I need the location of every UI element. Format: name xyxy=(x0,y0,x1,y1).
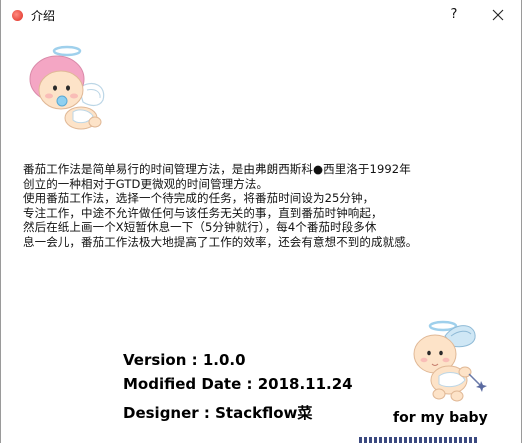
title-bar[interactable]: 介绍 ? xyxy=(1,0,521,30)
help-button[interactable]: ? xyxy=(441,2,467,28)
description-line: 然后在纸上画一个X短暂休息一下（5分钟就行），每4个番茄时段多休 xyxy=(23,220,377,234)
about-window: 介绍 ? 番茄工作法是简单易行的时间管理方法，是由弗朗西斯科●西里洛于1992年… xyxy=(0,0,522,443)
decorative-strip xyxy=(359,437,479,443)
description-line: 使用番茄工作法，选择一个待完成的任务，将番茄时间设为25分钟， xyxy=(23,191,375,205)
version-label: Version : 1.0.0 xyxy=(123,351,246,369)
angel-baby-icon xyxy=(27,42,109,138)
modified-date-label: Modified Date : 2018.11.24 xyxy=(123,375,353,393)
description-line: 番茄工作法是简单易行的时间管理方法，是由弗朗西斯科●西里洛于1992年 xyxy=(23,162,411,176)
description-line: 专注工作，中途不允许做任何与该任务无关的事，直到番茄时钟响起， xyxy=(23,205,383,220)
close-button[interactable] xyxy=(485,2,511,28)
window-title: 介绍 xyxy=(31,9,56,23)
description-text: 番茄工作法是简单易行的时间管理方法，是由弗朗西斯科●西里洛于1992年 创立的一… xyxy=(23,162,503,249)
dedication-text: for my baby xyxy=(393,410,488,426)
designer-label: Designer : Stackflow菜 xyxy=(123,404,313,422)
description-line: 创立的一种相对于GTD更微观的时间管理方法。 xyxy=(23,176,269,191)
description-line: 息一会儿，番茄工作法极大地提高了工作的效率，还会有意想不到的成就感。 xyxy=(23,234,418,249)
angel-baby-icon xyxy=(405,314,495,410)
tomato-icon xyxy=(12,10,23,21)
close-icon xyxy=(492,9,504,21)
